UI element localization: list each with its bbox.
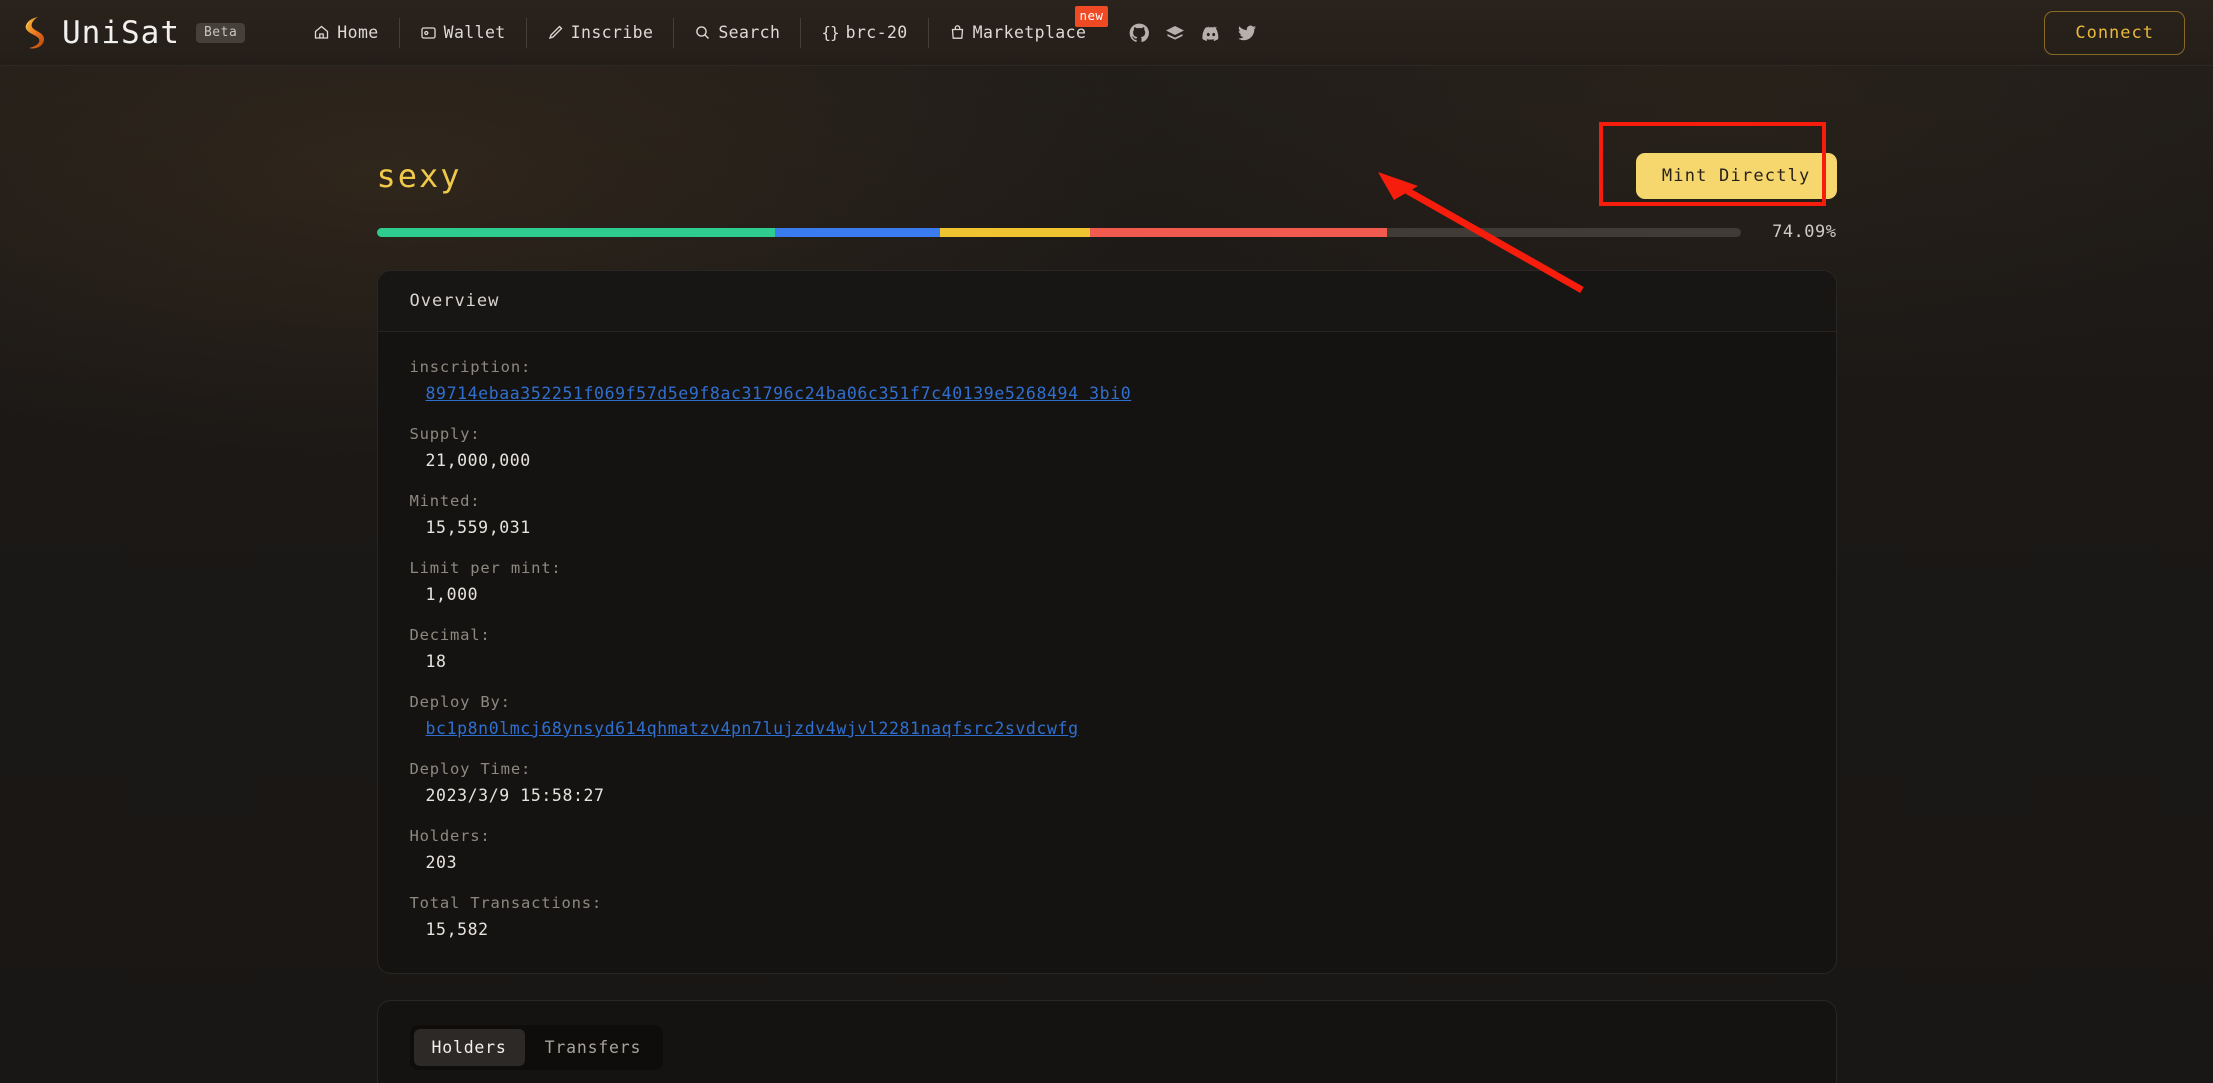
nav-item-label: Inscribe bbox=[570, 23, 654, 42]
pencil-icon bbox=[547, 24, 564, 41]
nav-item-label: Search bbox=[718, 23, 781, 42]
connect-wallet-button[interactable]: Connect bbox=[2044, 10, 2185, 55]
mint-progress-percent: 74.09% bbox=[1772, 222, 1837, 242]
mint-progress-bar bbox=[376, 227, 1741, 237]
overview-field-value: 203 bbox=[425, 853, 458, 872]
overview-field-label: Total Transactions: bbox=[409, 894, 603, 912]
overview-field-label: Deploy Time: bbox=[409, 760, 532, 778]
search-icon bbox=[694, 24, 711, 41]
nav-item-brc20[interactable]: {} brc-20 bbox=[800, 17, 927, 48]
overview-field-value: 15,559,031 bbox=[425, 518, 531, 537]
nav-item-marketplace[interactable]: Marketplace new bbox=[927, 5, 1109, 48]
progress-segment-2 bbox=[939, 227, 1090, 237]
overview-field-value: 21,000,000 bbox=[425, 451, 531, 470]
brand-name: UniSat bbox=[62, 14, 180, 51]
nav-item-label: brc-20 bbox=[845, 23, 908, 42]
overview-field-label: Deploy By: bbox=[409, 693, 511, 711]
unisat-logo-icon bbox=[18, 15, 52, 51]
twitter-icon[interactable] bbox=[1236, 22, 1258, 44]
mint-button-wrapper: Mint Directly bbox=[1598, 122, 1837, 206]
overview-fields: inscription: 89714ebaa352251f069f57d5e9f8… bbox=[378, 332, 1836, 973]
overview-field: inscription: 89714ebaa352251f069f57d5e9f8… bbox=[410, 358, 1804, 403]
mint-directly-button[interactable]: Mint Directly bbox=[1635, 153, 1837, 199]
overview-field-label: Minted: bbox=[409, 492, 481, 510]
home-icon bbox=[313, 24, 330, 41]
nav-item-label: Wallet bbox=[443, 23, 506, 42]
wallet-icon bbox=[420, 24, 437, 41]
title-row: sexy Mint Directly bbox=[376, 122, 1837, 208]
docs-book-icon[interactable] bbox=[1164, 22, 1186, 44]
overview-field-value: 2023/3/9 15:58:27 bbox=[425, 786, 605, 805]
overview-field: Deploy By: bc1p8n0lmcj68ynsyd614qhmatzv4p… bbox=[410, 693, 1804, 738]
progress-segment-1 bbox=[774, 227, 940, 237]
bag-icon bbox=[949, 24, 966, 41]
nav-item-search[interactable]: Search bbox=[673, 17, 800, 48]
overview-field-link[interactable]: bc1p8n0lmcj68ynsyd614qhmatzv4pn7lujzdv4w… bbox=[410, 719, 1804, 738]
nav-item-label: Home bbox=[337, 23, 379, 42]
nav-item-home[interactable]: Home bbox=[293, 18, 398, 48]
overview-field: Deploy Time: 2023/3/9 15:58:27 bbox=[410, 760, 1804, 805]
overview-field-label: inscription: bbox=[409, 358, 532, 376]
overview-field: Holders: 203 bbox=[410, 827, 1804, 872]
main-content: sexy Mint Directly 74.09% Overview inscr… bbox=[0, 66, 2213, 1083]
mint-progress-row: 74.09% bbox=[376, 222, 1837, 242]
overview-card: Overview inscription: 89714ebaa352251f069… bbox=[376, 270, 1837, 974]
overview-field: Supply: 21,000,000 bbox=[410, 425, 1804, 470]
overview-field-value: 1,000 bbox=[425, 585, 479, 604]
overview-field: Total Transactions: 15,582 bbox=[410, 894, 1804, 939]
overview-field-link[interactable]: 89714ebaa352251f069f57d5e9f8ac31796c24ba… bbox=[410, 384, 1804, 403]
new-badge: new bbox=[1074, 5, 1109, 27]
github-icon[interactable] bbox=[1128, 22, 1150, 44]
nav-item-label: Marketplace bbox=[972, 23, 1087, 42]
progress-segment-3 bbox=[1089, 227, 1388, 237]
overview-field-value: 15,582 bbox=[425, 920, 489, 939]
overview-field-label: Limit per mint: bbox=[409, 559, 562, 577]
overview-field-label: Supply: bbox=[409, 425, 481, 443]
overview-field: Minted: 15,559,031 bbox=[410, 492, 1804, 537]
progress-segment-0 bbox=[376, 227, 775, 237]
overview-field: Limit per mint: 1,000 bbox=[410, 559, 1804, 604]
nav-item-wallet[interactable]: Wallet bbox=[398, 17, 526, 48]
nav-links: Home Wallet Inscribe Search {} brc-20 Ma… bbox=[293, 5, 1109, 48]
overview-card-header: Overview bbox=[377, 271, 1836, 332]
content-wrapper: sexy Mint Directly 74.09% Overview inscr… bbox=[376, 122, 1837, 1083]
brand-logo-link[interactable]: UniSat Beta bbox=[18, 15, 255, 51]
braces-icon: {} bbox=[821, 23, 839, 42]
tab-holders[interactable]: Holders bbox=[413, 1029, 525, 1066]
overview-field-label: Decimal: bbox=[409, 626, 491, 644]
overview-field: Decimal: 18 bbox=[410, 626, 1804, 671]
beta-badge: Beta bbox=[195, 22, 246, 43]
top-navigation-bar: UniSat Beta Home Wallet Inscribe Search … bbox=[0, 0, 2213, 66]
overview-field-label: Holders: bbox=[409, 827, 491, 845]
overview-field-value: 18 bbox=[425, 652, 447, 671]
tab-transfers[interactable]: Transfers bbox=[527, 1029, 660, 1066]
social-links bbox=[1128, 22, 1258, 44]
nav-item-inscribe[interactable]: Inscribe bbox=[525, 17, 674, 48]
holders-transfers-card: Holders Transfers bbox=[376, 1000, 1837, 1083]
tab-group: Holders Transfers bbox=[409, 1025, 664, 1070]
discord-icon[interactable] bbox=[1200, 22, 1222, 44]
page-title: sexy bbox=[376, 157, 462, 195]
